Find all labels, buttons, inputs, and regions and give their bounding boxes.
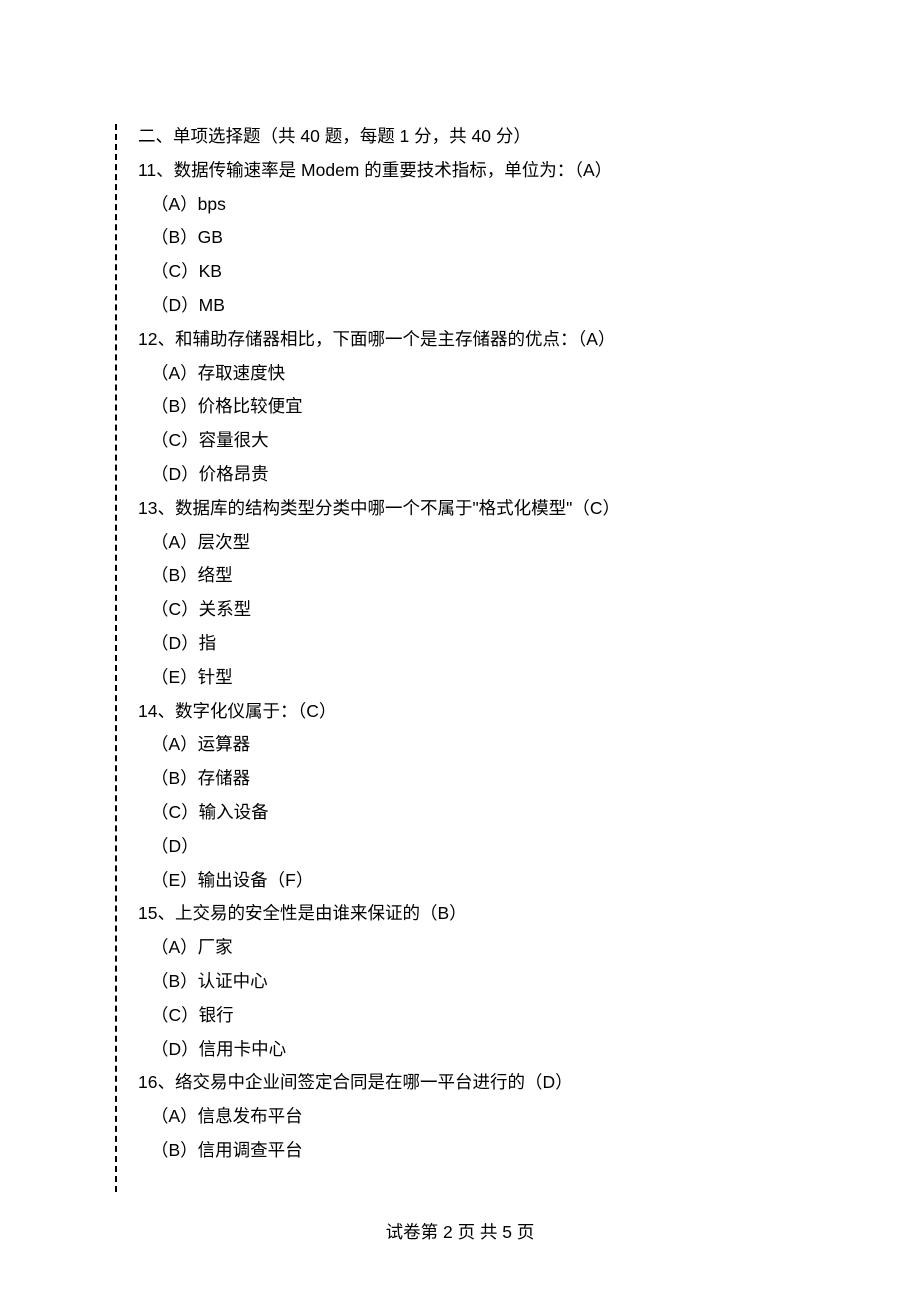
question-option: （E）针型	[138, 669, 818, 687]
section-header: 二、单项选择题（共 40 题，每题 1 分，共 40 分）	[138, 128, 818, 146]
question-option: （D）	[138, 838, 818, 856]
question-option: （B）GB	[138, 229, 818, 247]
page-content: 二、单项选择题（共 40 题，每题 1 分，共 40 分） 11、数据传输速率是…	[138, 128, 818, 1176]
question-option: （D）价格昂贵	[138, 466, 818, 484]
binding-dashed-line	[115, 124, 117, 1192]
question-option: （B）络型	[138, 567, 818, 585]
question-option: （B）信用调查平台	[138, 1142, 818, 1160]
question-stem: 13、数据库的结构类型分类中哪一个不属于"格式化模型"（C）	[138, 500, 818, 518]
question-option: （A）层次型	[138, 534, 818, 552]
question-option: （A）信息发布平台	[138, 1108, 818, 1126]
question-option: （D）信用卡中心	[138, 1041, 818, 1059]
question-option: （A）运算器	[138, 736, 818, 754]
question-option: （A）存取速度快	[138, 365, 818, 383]
question-option: （B）价格比较便宜	[138, 398, 818, 416]
question-option: （E）输出设备（F）	[138, 872, 818, 890]
question-option: （C）输入设备	[138, 804, 818, 822]
page-footer: 试卷第 2 页 共 5 页	[0, 1219, 920, 1244]
question-option: （D）MB	[138, 297, 818, 315]
question-stem: 11、数据传输速率是 Modem 的重要技术指标，单位为：（A）	[138, 162, 818, 180]
question-option: （A）bps	[138, 196, 818, 214]
question-option: （C）容量很大	[138, 432, 818, 450]
question-stem: 15、上交易的安全性是由谁来保证的（B）	[138, 905, 818, 923]
question-option: （C）KB	[138, 263, 818, 281]
question-option: （B）存储器	[138, 770, 818, 788]
question-option: （C）银行	[138, 1007, 818, 1025]
question-option: （B）认证中心	[138, 973, 818, 991]
question-option: （C）关系型	[138, 601, 818, 619]
question-option: （A）厂家	[138, 939, 818, 957]
question-stem: 12、和辅助存储器相比，下面哪一个是主存储器的优点：（A）	[138, 331, 818, 349]
question-stem: 16、络交易中企业间签定合同是在哪一平台进行的（D）	[138, 1074, 818, 1092]
question-stem: 14、数字化仪属于：（C）	[138, 703, 818, 721]
question-option: （D）指	[138, 635, 818, 653]
